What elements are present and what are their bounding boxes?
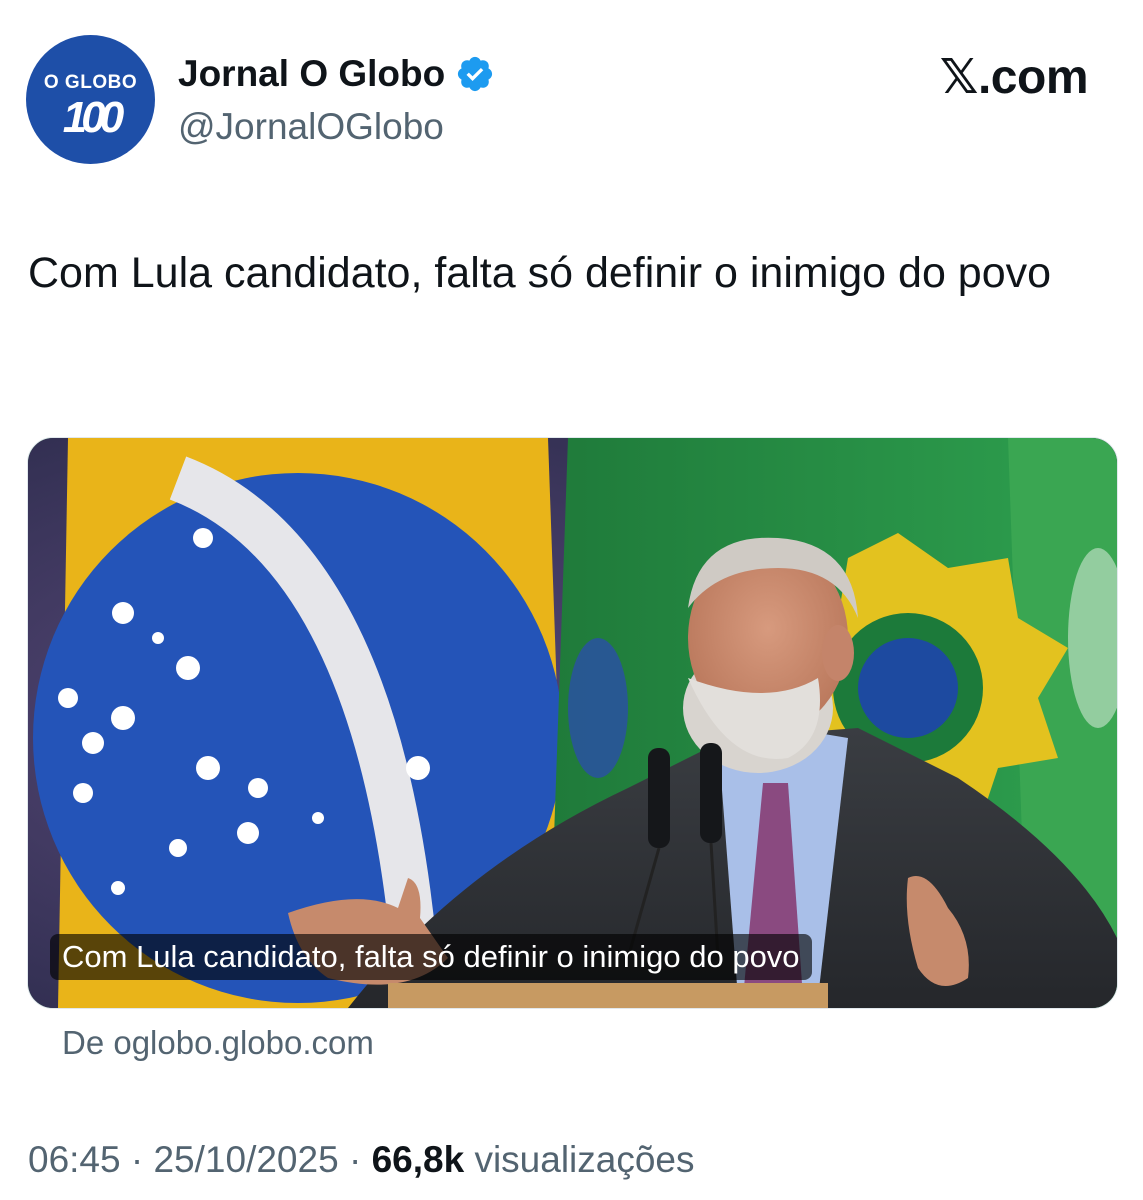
tweet-date[interactable]: 25/10/2025 <box>153 1139 338 1180</box>
avatar-logo-number: 100 <box>62 93 124 142</box>
account-name-row: Jornal O Globo <box>178 52 495 96</box>
avatar-logo-text: O GLOBO <box>43 72 138 93</box>
views-label: visualizações <box>474 1139 695 1180</box>
tweet-text: Com Lula candidato, falta só definir o i… <box>28 249 1052 297</box>
link-card[interactable]: Com Lula candidato, falta só definir o i… <box>27 437 1118 1009</box>
views-count: 66,8k <box>371 1139 465 1180</box>
tweet-meta: 06:45 · 25/10/2025 · 66,8k visualizações <box>28 1137 695 1183</box>
verified-badge-icon <box>458 56 493 92</box>
card-caption: Com Lula candidato, falta só definir o i… <box>50 934 812 980</box>
site-brand: 𝕏.com <box>939 51 1089 104</box>
account-avatar[interactable]: O GLOBO 100 <box>26 35 155 164</box>
card-image <box>28 438 1117 1008</box>
meta-separator: · <box>130 1139 144 1180</box>
meta-separator: · <box>348 1139 362 1180</box>
tweet-time[interactable]: 06:45 <box>28 1139 121 1180</box>
card-source[interactable]: De oglobo.globo.com <box>62 1022 374 1064</box>
display-name[interactable]: Jornal O Globo <box>178 52 445 96</box>
account-handle[interactable]: @JornalOGlobo <box>178 105 444 149</box>
